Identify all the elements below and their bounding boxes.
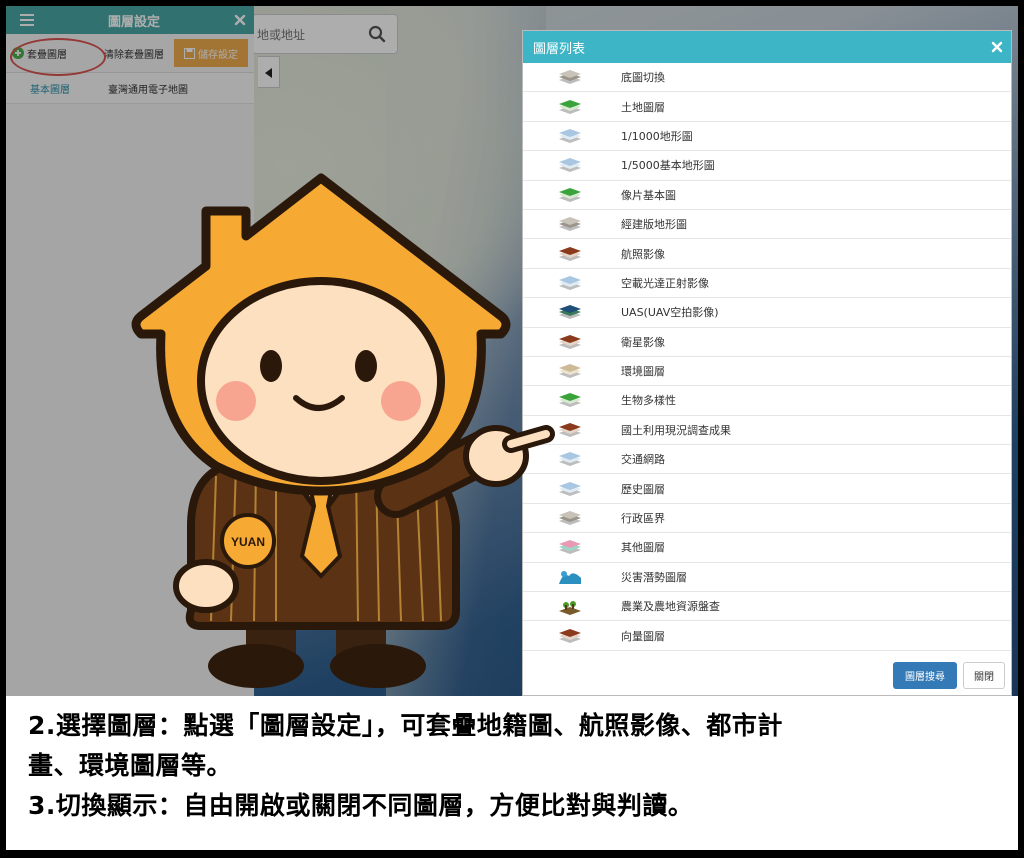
layer-list-item-label: 空載光達正射影像 xyxy=(621,276,709,290)
chevron-left-icon xyxy=(264,63,273,82)
caption: 2.選擇圖層：點選「圖層設定」，可套疊地籍圖、航照影像、都市計 畫、環境圖層等。… xyxy=(6,696,1018,850)
layer-list-item[interactable]: 像片基本圖 xyxy=(523,181,1011,210)
layer-list-item[interactable]: 其他圖層 xyxy=(523,533,1011,563)
layer-list-item-label: 國土利用現況調查成果 xyxy=(621,423,731,437)
search-input[interactable] xyxy=(253,23,359,47)
layer-list-item-label: 1/5000基本地形圖 xyxy=(621,159,715,173)
layer-list-item-label: 衛星影像 xyxy=(621,335,665,349)
save-settings-button[interactable]: 儲存設定 xyxy=(174,39,248,67)
layer-list-item-label: 生物多樣性 xyxy=(621,394,676,408)
layer-list-item-label: 經建版地形圖 xyxy=(621,218,687,232)
layer-list-item[interactable]: 環境圖層 xyxy=(523,357,1011,387)
close-button[interactable]: 關閉 xyxy=(963,662,1005,689)
layer-list: 底圖切換土地圖層 1/1000地形圖 1/5000基本地形圖 像片基本圖經建版地形圖航… xyxy=(523,63,1011,651)
layer-list-item-label: 向量圖層 xyxy=(621,629,665,643)
layer-list-item[interactable]: 災害潛勢圖層 xyxy=(523,563,1011,593)
layer-list-item[interactable]: 國土利用現況調查成果 xyxy=(523,416,1011,446)
caption-line: 2.選擇圖層：點選「圖層設定」，可套疊地籍圖、航照影像、都市計 xyxy=(28,711,783,740)
layer-list-item[interactable]: 向量圖層 xyxy=(523,621,1011,651)
layer-name: 臺灣通用電子地圖 xyxy=(108,84,188,96)
collapse-panel-button[interactable] xyxy=(258,56,280,88)
layer-list-item-label: 農業及農地資源盤查 xyxy=(621,600,720,614)
layer-settings-header: 圖層設定 xyxy=(6,6,254,34)
layer-stack-blue-icon xyxy=(523,128,617,144)
layer-list-item[interactable]: 衛星影像 xyxy=(523,328,1011,357)
layer-list-item[interactable]: 底圖切換 xyxy=(523,63,1011,93)
highlight-circle xyxy=(10,38,106,76)
layer-settings-title: 圖層設定 xyxy=(107,14,160,30)
layer-list-item-label: 其他圖層 xyxy=(621,541,665,555)
layer-list-item[interactable]: 歷史圖層 xyxy=(523,474,1011,504)
layer-list-item-label: 災害潛勢圖層 xyxy=(621,570,687,584)
layer-list-item-label: 土地圖層 xyxy=(621,100,665,114)
layer-list-item-label: 環境圖層 xyxy=(621,365,665,379)
layer-list-item-label: 行政區界 xyxy=(621,512,665,526)
save-icon xyxy=(184,47,195,59)
layer-list-item[interactable]: 1/5000基本地形圖 xyxy=(523,151,1011,181)
layer-list-item[interactable]: 經建版地形圖 xyxy=(523,210,1011,240)
layer-list-item[interactable]: 空載光達正射影像 xyxy=(523,269,1011,299)
layer-list-item-label: 底圖切換 xyxy=(621,71,665,85)
caption-line: 3.切換顯示：自由開啟或關閉不同圖層，方便比對與判讀。 xyxy=(28,791,694,820)
layer-row[interactable]: 基本圖層 臺灣通用電子地圖 xyxy=(6,73,254,104)
layer-list-item-label: 航照影像 xyxy=(621,247,665,261)
close-icon[interactable] xyxy=(234,11,246,30)
layer-list-dialog: 圖層列表 底圖切換土地圖層 1/1000地形圖 1/5000基本地形圖 像片基本圖經建… xyxy=(522,30,1012,696)
layer-list-item[interactable]: 交通網路 xyxy=(523,445,1011,475)
layer-list-title: 圖層列表 xyxy=(533,41,586,57)
layer-list-item[interactable]: 生物多樣性 xyxy=(523,386,1011,416)
layer-category: 基本圖層 xyxy=(30,84,70,96)
caption-line: 畫、環境圖層等。 xyxy=(28,751,233,780)
app-screen: 圖層設定 套疊圖層 清除套疊圖層 xyxy=(6,6,1018,696)
layer-list-item-label: 1/1000地形圖 xyxy=(621,129,693,143)
mascot-badge: YUAN xyxy=(231,535,265,549)
layer-list-header: 圖層列表 xyxy=(523,31,1011,63)
layer-list-item[interactable]: 航照影像 xyxy=(523,239,1011,269)
layer-list-item[interactable]: 農業及農地資源盤查 xyxy=(523,592,1011,622)
clear-layers-button[interactable]: 清除套疊圖層 xyxy=(94,40,174,66)
layer-list-item-label: 交通網路 xyxy=(621,453,665,467)
search-box xyxy=(252,14,398,54)
layer-stack-gray-icon xyxy=(523,69,617,85)
frame: 圖層設定 套疊圖層 清除套疊圖層 xyxy=(0,0,1024,858)
layer-list-item[interactable]: 行政區界 xyxy=(523,504,1011,534)
layer-search-button[interactable]: 圖層搜尋 xyxy=(893,662,957,689)
dialog-footer: 圖層搜尋 關閉 xyxy=(893,662,1005,689)
layer-list-item-label: 歷史圖層 xyxy=(621,482,665,496)
layer-list-item[interactable]: 1/1000地形圖 xyxy=(523,122,1011,152)
mascot-illustration: YUAN xyxy=(131,173,555,688)
menu-icon[interactable] xyxy=(20,11,34,30)
layer-list-item-label: 像片基本圖 xyxy=(621,188,676,202)
layer-list-item[interactable]: UAS(UAV空拍影像) xyxy=(523,298,1011,328)
search-icon[interactable] xyxy=(357,15,397,53)
layer-list-item[interactable]: 土地圖層 xyxy=(523,92,1011,122)
close-icon[interactable] xyxy=(991,38,1003,57)
layer-stack-green-icon xyxy=(523,99,617,115)
layer-list-item-label: UAS(UAV空拍影像) xyxy=(621,306,719,320)
